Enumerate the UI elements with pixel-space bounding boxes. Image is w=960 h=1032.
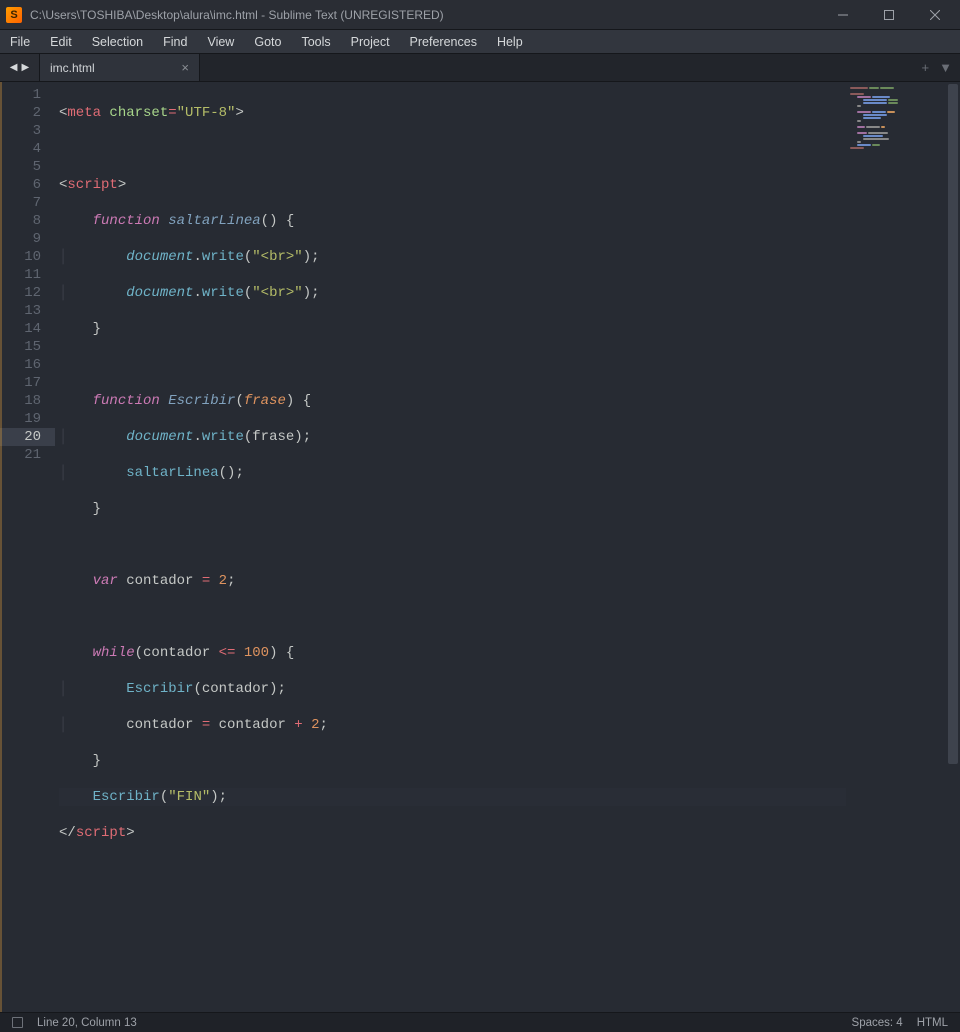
status-indentation[interactable]: Spaces: 4 bbox=[852, 1017, 903, 1029]
menu-edit[interactable]: Edit bbox=[40, 30, 82, 53]
tab-add-icon[interactable]: + bbox=[922, 60, 930, 75]
menu-file[interactable]: File bbox=[0, 30, 40, 53]
line-number: 19 bbox=[0, 410, 41, 428]
minimize-button[interactable] bbox=[820, 0, 866, 30]
line-number: 4 bbox=[0, 140, 41, 158]
line-number: 12 bbox=[0, 284, 41, 302]
menu-preferences[interactable]: Preferences bbox=[400, 30, 487, 53]
tab-nav-back-icon[interactable]: ◀ bbox=[10, 62, 18, 73]
line-number: 11 bbox=[0, 266, 41, 284]
tab-close-icon[interactable]: × bbox=[181, 60, 189, 75]
line-number: 15 bbox=[0, 338, 41, 356]
line-number: 9 bbox=[0, 230, 41, 248]
line-number: 5 bbox=[0, 158, 41, 176]
line-number: 16 bbox=[0, 356, 41, 374]
line-number: 1 bbox=[0, 86, 41, 104]
menubar: File Edit Selection Find View Goto Tools… bbox=[0, 30, 960, 54]
tab-label: imc.html bbox=[50, 61, 95, 75]
close-button[interactable] bbox=[912, 0, 958, 30]
line-number: 13 bbox=[0, 302, 41, 320]
tab-imc-html[interactable]: imc.html × bbox=[40, 54, 200, 81]
status-position: Line 20, Column 13 bbox=[37, 1017, 137, 1029]
menu-help[interactable]: Help bbox=[487, 30, 533, 53]
line-number: 8 bbox=[0, 212, 41, 230]
scrollbar-thumb[interactable] bbox=[948, 84, 958, 764]
line-number: 10 bbox=[0, 248, 41, 266]
minimap[interactable] bbox=[846, 82, 946, 1012]
titlebar: S C:\Users\TOSHIBA\Desktop\alura\imc.htm… bbox=[0, 0, 960, 30]
line-number: 2 bbox=[0, 104, 41, 122]
menu-selection[interactable]: Selection bbox=[82, 30, 153, 53]
menu-tools[interactable]: Tools bbox=[291, 30, 340, 53]
tab-nav: ◀ ▶ bbox=[0, 54, 40, 81]
line-number-gutter[interactable]: 1 2 3 4 5 6 7 8 9 10 11 12 13 14 15 16 1… bbox=[0, 82, 55, 1012]
tab-bar: ◀ ▶ imc.html × + ▼ bbox=[0, 54, 960, 82]
status-bar: Line 20, Column 13 Spaces: 4 HTML bbox=[0, 1012, 960, 1032]
line-number: 20 bbox=[0, 428, 55, 446]
menu-view[interactable]: View bbox=[197, 30, 244, 53]
menu-project[interactable]: Project bbox=[341, 30, 400, 53]
line-number: 3 bbox=[0, 122, 41, 140]
menu-find[interactable]: Find bbox=[153, 30, 197, 53]
line-number: 7 bbox=[0, 194, 41, 212]
tab-nav-forward-icon[interactable]: ▶ bbox=[22, 62, 30, 73]
line-number: 6 bbox=[0, 176, 41, 194]
line-number: 18 bbox=[0, 392, 41, 410]
editor: 1 2 3 4 5 6 7 8 9 10 11 12 13 14 15 16 1… bbox=[0, 82, 960, 1012]
code-area[interactable]: <meta charset="UTF-8"> <script> function… bbox=[55, 82, 846, 1012]
maximize-button[interactable] bbox=[866, 0, 912, 30]
status-language[interactable]: HTML bbox=[917, 1017, 948, 1029]
vertical-scrollbar[interactable] bbox=[946, 82, 960, 1012]
menu-goto[interactable]: Goto bbox=[244, 30, 291, 53]
line-number: 21 bbox=[0, 446, 41, 464]
line-number: 17 bbox=[0, 374, 41, 392]
tab-overflow-icon[interactable]: ▼ bbox=[939, 60, 952, 75]
window-title: C:\Users\TOSHIBA\Desktop\alura\imc.html … bbox=[30, 8, 820, 22]
app-icon: S bbox=[6, 7, 22, 23]
panel-toggle-icon[interactable] bbox=[12, 1017, 23, 1028]
line-number: 14 bbox=[0, 320, 41, 338]
